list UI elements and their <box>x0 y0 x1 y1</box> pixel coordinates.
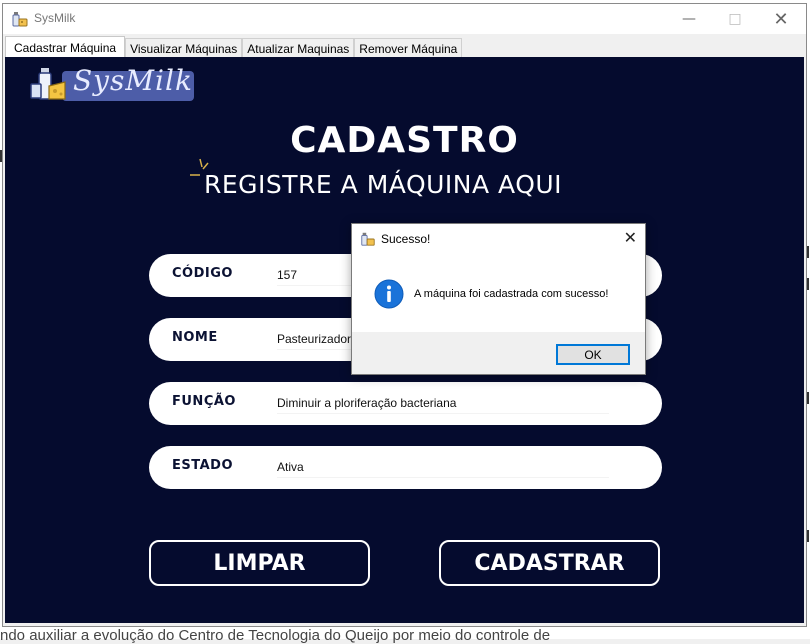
info-icon <box>374 279 404 309</box>
minimize-icon[interactable]: — <box>666 4 712 34</box>
estado-field: ESTADO Ativa <box>149 446 662 489</box>
funcao-input[interactable]: Diminuir a ploriferação bacteriana <box>277 394 609 414</box>
app-icon <box>361 232 375 246</box>
close-icon[interactable]: ✕ <box>624 228 637 247</box>
nome-label: NOME <box>172 330 218 345</box>
tab-remover[interactable]: Remover Máquina <box>354 38 463 58</box>
register-button[interactable]: CADASTRAR <box>439 540 660 586</box>
page-subtitle: REGISTRE A MÁQUINA AQUI <box>204 170 563 199</box>
dialog-body: A máquina foi cadastrada com sucesso! <box>352 254 645 332</box>
estado-input[interactable]: Ativa <box>277 458 609 478</box>
milk-products-icon <box>30 68 66 100</box>
logo-text: SysMilk <box>73 64 193 97</box>
funcao-label: FUNÇÃO <box>172 394 236 409</box>
close-icon[interactable]: ✕ <box>758 4 804 34</box>
background-text: ndo auxiliar a evolução do Centro de Tec… <box>0 627 551 644</box>
maximize-icon[interactable]: □ <box>712 4 758 34</box>
funcao-field: FUNÇÃO Diminuir a ploriferação bacterian… <box>149 382 662 425</box>
ok-button[interactable]: OK <box>556 344 630 365</box>
app-icon <box>12 12 28 27</box>
dialog-title-bar[interactable]: Sucesso! ✕ <box>352 224 645 254</box>
window-title: SysMilk <box>34 11 76 25</box>
logo: SysMilk <box>29 62 194 110</box>
success-dialog: Sucesso! ✕ A máquina foi cadastrada com … <box>351 223 646 375</box>
clear-button[interactable]: LIMPAR <box>149 540 370 586</box>
page-title: CADASTRO <box>290 120 519 161</box>
codigo-label: CÓDIGO <box>172 266 233 281</box>
tab-visualizar[interactable]: Visualizar Máquinas <box>125 38 243 58</box>
dialog-message: A máquina foi cadastrada com sucesso! <box>414 288 609 300</box>
tab-cadastrar[interactable]: Cadastrar Máquina <box>5 36 126 58</box>
tab-bar: Cadastrar Máquina Visualizar Máquinas At… <box>5 36 463 58</box>
tab-atualizar[interactable]: Atualizar Maquinas <box>242 38 355 58</box>
title-bar[interactable]: SysMilk — □ ✕ <box>3 4 806 34</box>
estado-label: ESTADO <box>172 458 234 473</box>
dialog-title: Sucesso! <box>381 232 431 246</box>
